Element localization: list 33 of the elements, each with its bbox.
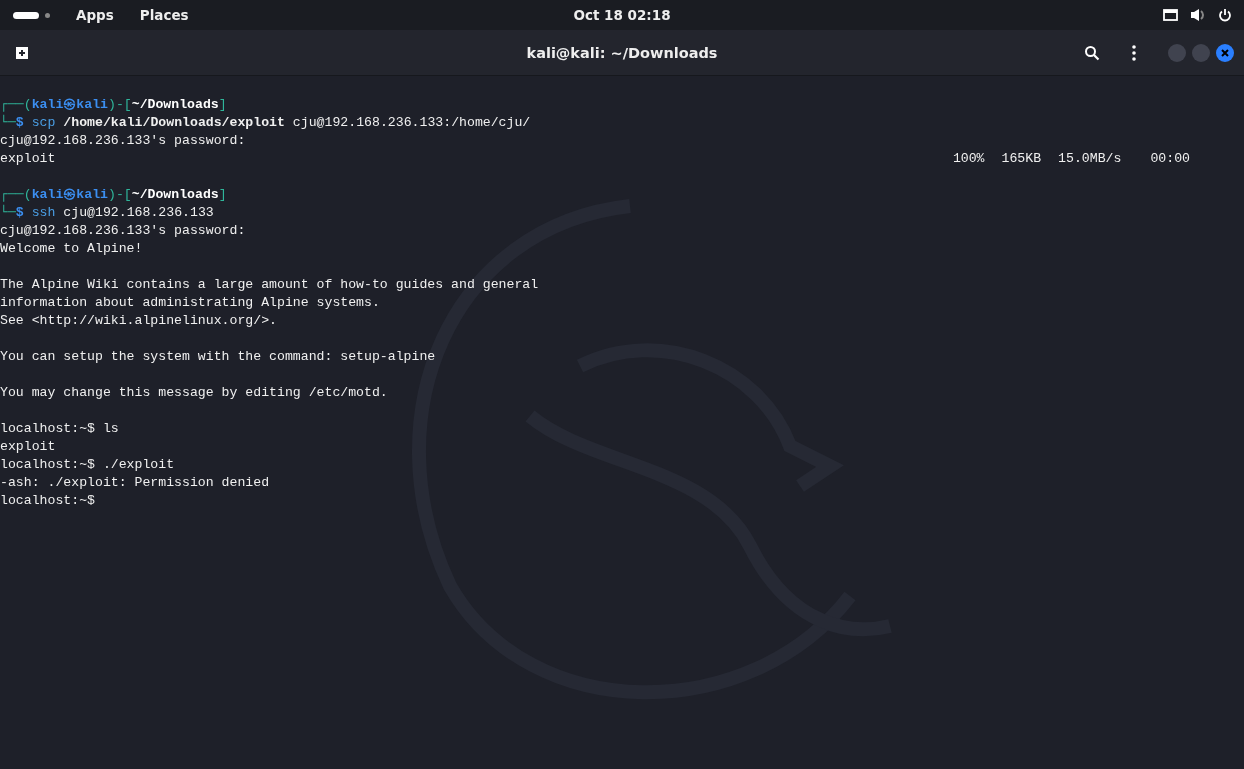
transfer-stat: 100% [952,150,985,168]
speaker-icon[interactable] [1190,8,1206,22]
close-button[interactable] [1216,43,1234,62]
top-menu[interactable]: Places [139,7,189,23]
output-line: cju@192.168.236.133's password: [0,222,246,240]
output-line: -ash: ./exploit: Permission denied [0,474,270,492]
output-line: You can setup the system with the command: setup-alpine [0,348,436,366]
output-line: cju@192.168.236.133's password: [0,132,246,150]
close-icon[interactable] [1221,48,1229,57]
output-line: localhost:~$ [0,492,95,510]
workspace-dot-icon [45,12,50,18]
command-line: └─$ scp /home/kali/Downloads/exploit cju@192.168.236.133:/home/cju/ [0,114,531,132]
output-line: See <http://wiki.alpinelinux.org/>. [0,312,277,330]
output-line: localhost:~$ ./exploit [0,456,175,474]
output-line: You may change this message by editing /etc/motd. [0,384,388,402]
top-menu[interactable]: Apps [76,7,114,23]
output-line: Welcome to Alpine! [0,240,143,258]
transfer-stat: 00:00 [1150,150,1190,168]
transfer-stat: 165KB [1001,150,1042,168]
menu-icon[interactable] [1132,44,1136,61]
transfer-stat: 15.0MB/s [1058,150,1122,168]
activities-pill-icon[interactable] [13,11,39,19]
command-line: └─$ ssh cju@192.168.236.133 [0,204,214,222]
output-line: localhost:~$ ls [0,420,119,438]
power-icon[interactable] [1218,8,1232,22]
output-line: exploit [0,438,56,456]
prompt-line: ┌──(kali㉿kali)-[~/Downloads] [0,186,227,204]
output-line: exploit [0,150,56,168]
output-line: The Alpine Wiki contains a large amount of how-to guides and general [0,276,539,294]
output-line: information about administrating Alpine systems. [0,294,380,312]
window-title: kali@kali: ~/Downloads [526,44,718,61]
clock[interactable]: Oct 18 02:18 [573,7,671,23]
prompt-line: ┌──(kali㉿kali)-[~/Downloads] [0,96,227,114]
